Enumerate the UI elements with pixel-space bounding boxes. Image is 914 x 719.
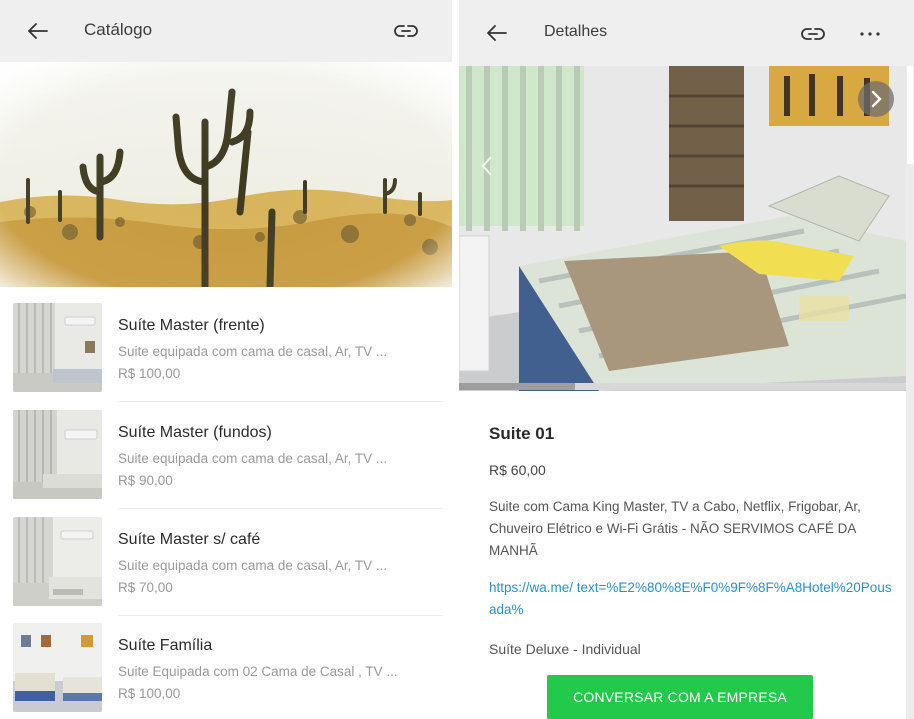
product-link[interactable]: https://wa.me/ text=%E2%80%8E%F0%9F%8F%A… xyxy=(489,577,899,621)
list-item[interactable]: Suíte Master (frente) Suite equipada com… xyxy=(0,287,452,402)
link-icon xyxy=(801,28,825,40)
product-thumbnail xyxy=(13,623,102,712)
catalog-header: Catálogo xyxy=(0,0,452,62)
product-price: R$ 60,00 xyxy=(489,462,546,478)
product-price: R$ 90,00 xyxy=(118,473,173,488)
carousel-prev-button[interactable] xyxy=(473,146,501,186)
arrow-left-icon xyxy=(487,25,507,41)
list-item[interactable]: Suíte Master (fundos) Suite equipada com… xyxy=(0,394,452,509)
product-description: Suite equipada com cama de casal, Ar, TV… xyxy=(118,558,388,573)
pane-separator xyxy=(452,0,459,719)
product-title: Suíte Família xyxy=(118,637,213,654)
carousel-next-button[interactable] xyxy=(858,81,894,117)
product-description: Suite equipada com cama de casal, Ar, TV… xyxy=(118,344,388,359)
page-title: Catálogo xyxy=(84,20,153,39)
product-thumbnail xyxy=(13,303,102,392)
product-description: Suite equipada com cama de casal, Ar, TV… xyxy=(118,451,388,466)
product-category: Suíte Deluxe - Individual xyxy=(489,641,641,657)
arrow-left-icon xyxy=(28,23,48,39)
product-thumbnail xyxy=(13,410,102,499)
product-price: R$ 70,00 xyxy=(118,580,173,595)
catalog-pane: Catálogo Suíte Master (frente) Suite equ… xyxy=(0,0,452,719)
product-price: R$ 100,00 xyxy=(118,366,181,381)
product-description: Suite com Cama King Master, TV a Cabo, N… xyxy=(489,499,861,558)
back-button[interactable] xyxy=(24,17,52,45)
product-price: R$ 100,00 xyxy=(118,686,181,701)
product-name: Suite 01 xyxy=(489,424,555,443)
more-horizontal-icon xyxy=(860,32,880,36)
product-photo xyxy=(459,66,906,391)
chevron-left-icon xyxy=(481,156,492,176)
back-button[interactable] xyxy=(483,19,511,47)
product-title: Suíte Master (frente) xyxy=(118,317,265,334)
details-header: Detalhes xyxy=(459,0,914,66)
photo-progress-bar xyxy=(459,383,906,390)
photo-progress-fill xyxy=(459,383,576,390)
link-icon xyxy=(394,25,418,37)
details-scrollbar-thumb[interactable] xyxy=(907,66,913,164)
share-link-button[interactable] xyxy=(798,19,828,49)
more-options-button[interactable] xyxy=(855,19,885,49)
product-thumbnail xyxy=(13,517,102,606)
chevron-right-icon xyxy=(871,90,882,108)
share-link-button[interactable] xyxy=(391,16,421,46)
details-pane: Detalhes Suite 01 R$ 60,00 Suite com Cam… xyxy=(459,0,914,719)
list-item[interactable]: Suíte Master s/ café Suite equipada com … xyxy=(0,501,452,616)
contact-company-button[interactable]: CONVERSAR COM A EMPRESA xyxy=(547,675,813,719)
product-title: Suíte Master s/ café xyxy=(118,531,261,548)
page-title: Detalhes xyxy=(544,23,608,40)
product-description: Suite Equipada com 02 Cama de Casal , TV… xyxy=(118,664,398,679)
catalog-banner-image xyxy=(0,62,452,287)
product-title: Suíte Master (fundos) xyxy=(118,424,272,441)
list-item[interactable]: Suíte Família Suite Equipada com 02 Cama… xyxy=(0,607,452,713)
